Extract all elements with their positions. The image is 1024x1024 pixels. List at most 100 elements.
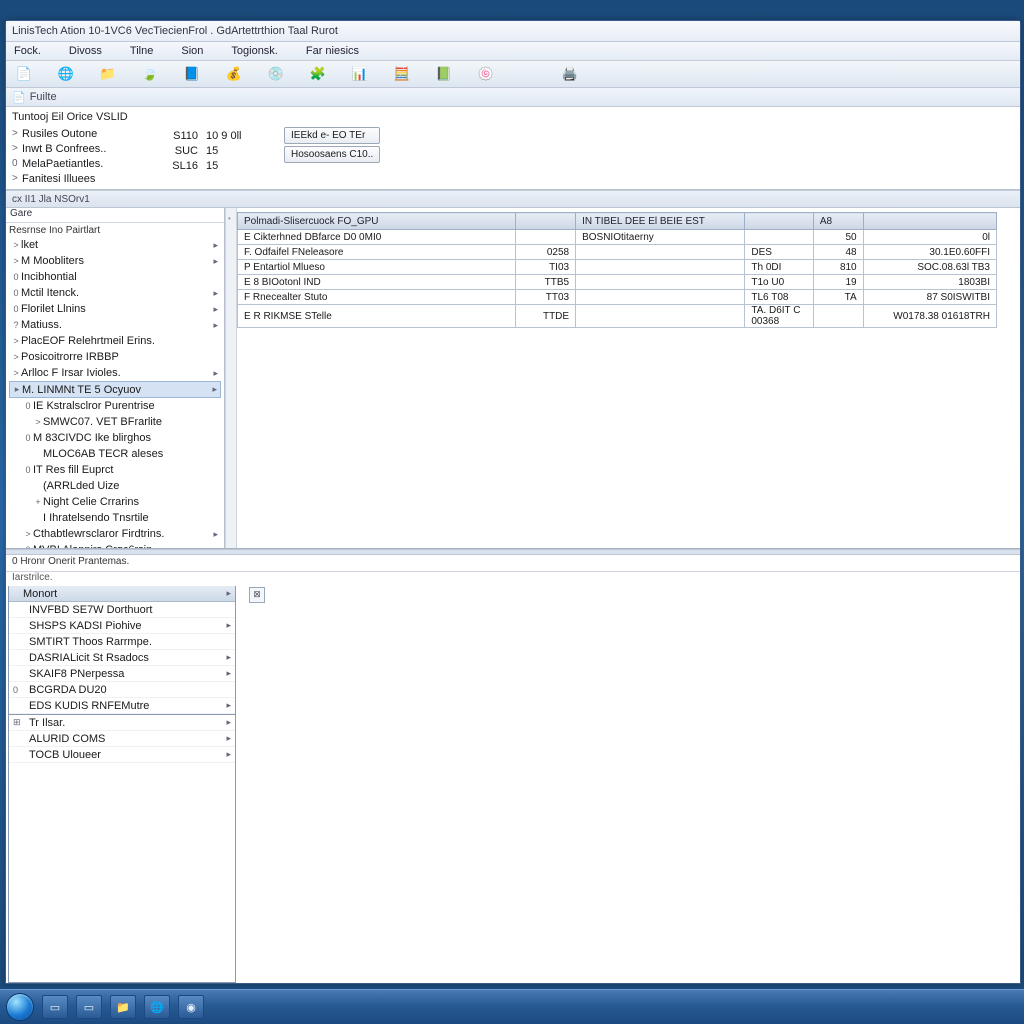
tree-row[interactable]: 0MelaPaetiantles. bbox=[12, 156, 152, 171]
toolbar-icon[interactable]: 🍃 bbox=[140, 64, 160, 84]
table-row[interactable]: F Rnecealter StutoTT03TL6 T08TA87 S0ISWI… bbox=[238, 290, 997, 305]
mid-panel: Gare Resrnse Ino Pairtlart >lket▸>M Moob… bbox=[6, 208, 1020, 549]
lower-nav-item[interactable]: EDS KUDIS RNFEMutre▸ bbox=[9, 698, 235, 714]
action-button[interactable]: IEEkd e- EO TEr bbox=[284, 127, 380, 144]
toolbar-icon[interactable]: 📁 bbox=[98, 64, 118, 84]
toolbar-icon[interactable]: 🧩 bbox=[308, 64, 328, 84]
nav-item[interactable]: >lket▸ bbox=[9, 237, 221, 253]
nav-subitem[interactable]: MLOC6AB TECR aleses bbox=[9, 446, 221, 462]
taskbar-button[interactable]: ▭ bbox=[42, 995, 68, 1019]
nav-subitem[interactable]: I Ihratelsendo Tnsrtile bbox=[9, 510, 221, 526]
nav-item[interactable]: >PlacEOF Relehrtmeil Erins. bbox=[9, 333, 221, 349]
content-area: Polmadi-Slisercuock FO_GPU IN TIBEL DEE E… bbox=[237, 208, 1020, 548]
nav-item[interactable]: ?Matiuss.▸ bbox=[9, 317, 221, 333]
taskbar-button[interactable]: 📁 bbox=[110, 995, 136, 1019]
menubar: Fock. Divoss Tilne Sion Togionsk. Far ni… bbox=[6, 42, 1020, 61]
app-window: LinisTech Ation 10-1VC6 VecTiecienFrol .… bbox=[5, 20, 1021, 984]
menu-item[interactable]: Far niesics bbox=[306, 45, 359, 57]
nav-item[interactable]: >Posicoitrorre IRBBP bbox=[9, 349, 221, 365]
lower-nav-item[interactable]: ALURID COMS▸ bbox=[9, 731, 235, 747]
lower-nav-head[interactable]: Monort▸ bbox=[9, 586, 235, 602]
toolbar-icon[interactable] bbox=[518, 64, 538, 84]
lower-nav-item[interactable]: TOCB Uloueer▸ bbox=[9, 747, 235, 763]
lower-nav-item[interactable]: SMTIRT Thoos Rarrmpe. bbox=[9, 634, 235, 650]
toolbar-icon[interactable]: 🧮 bbox=[392, 64, 412, 84]
upper-tree-header: Tuntooj Eil Orice VSLID bbox=[12, 111, 152, 123]
toolbar-icon[interactable]: 🖨️ bbox=[560, 64, 580, 84]
nav-subitem[interactable]: (ARRLded Uize bbox=[9, 478, 221, 494]
column-header[interactable]: A8 bbox=[813, 213, 863, 230]
toolbar-icon[interactable]: 📄 bbox=[14, 64, 34, 84]
upper-buttons: IEEkd e- EO TEr Hosoosaens C10.. bbox=[278, 107, 386, 189]
nav-item[interactable]: >M Moobliters▸ bbox=[9, 253, 221, 269]
menu-item[interactable]: Tilne bbox=[130, 45, 153, 57]
column-header[interactable]: Polmadi-Slisercuock FO_GPU bbox=[238, 213, 516, 230]
nav-item[interactable]: >Arlloc F Irsar Ivioles.▸ bbox=[9, 365, 221, 381]
menu-item[interactable]: Sion bbox=[181, 45, 203, 57]
table-row[interactable]: E R RIKMSE STelleTTDETA. D6IT C 00368W01… bbox=[238, 305, 997, 328]
lower-nav-item[interactable]: DASRIALicit St Rsadocs▸ bbox=[9, 650, 235, 666]
nav-item[interactable]: 0Mctil Itenck.▸ bbox=[9, 285, 221, 301]
taskbar: ▭ ▭ 📁 🌐 ◉ bbox=[0, 989, 1024, 1024]
upper-values: S11010 9 0ll SUC15 SL1615 bbox=[158, 107, 278, 189]
splitter[interactable] bbox=[225, 208, 237, 548]
nav-subitem[interactable]: 0MVBI Alonnirs Crgc6rsin bbox=[9, 542, 221, 548]
close-panel-button[interactable]: ⊠ bbox=[249, 587, 265, 603]
toolbar-icon[interactable]: 💿 bbox=[266, 64, 286, 84]
data-grid: Polmadi-Slisercuock FO_GPU IN TIBEL DEE E… bbox=[237, 212, 997, 328]
taskbar-button[interactable]: ◉ bbox=[178, 995, 204, 1019]
tree-row[interactable]: >Rusiles Outone bbox=[12, 126, 152, 141]
table-row[interactable]: P Entartiol MluesoTI03Th 0DI810SOC.08.63… bbox=[238, 260, 997, 275]
table-row[interactable]: E 8 BIOotonl INDTTB5T1o U0191803BI bbox=[238, 275, 997, 290]
titlebar: LinisTech Ation 10-1VC6 VecTiecienFrol .… bbox=[6, 21, 1020, 42]
toolbar-icon[interactable]: 📗 bbox=[434, 64, 454, 84]
lower-nav-item[interactable]: INVFBD SE7W Dorthuort bbox=[9, 602, 235, 618]
table-row[interactable]: F. Odfaifel FNeleasore0258DES4830.1E0.60… bbox=[238, 245, 997, 260]
nav-label: Gare bbox=[6, 208, 224, 223]
toolbar-icon[interactable]: 📊 bbox=[350, 64, 370, 84]
lower-nav-item[interactable]: ⊞Tr Ilsar.▸ bbox=[9, 714, 235, 731]
subbar-label: Fuilte bbox=[30, 91, 57, 103]
lower-panel: 0 Hronr Onerit Prantemas. Iarstrilce. Mo… bbox=[6, 555, 1020, 983]
upper-panel: Tuntooj Eil Orice VSLID >Rusiles Outone … bbox=[6, 107, 1020, 190]
tree-row[interactable]: >Fanitesi Illuees bbox=[12, 171, 152, 186]
lower-nav-item[interactable]: SKAIF8 PNerpessa▸ bbox=[9, 666, 235, 682]
taskbar-button[interactable]: 🌐 bbox=[144, 995, 170, 1019]
menu-item[interactable]: Togionsk. bbox=[231, 45, 277, 57]
lower-nav-item[interactable]: SHSPS KADSI Piohive▸ bbox=[9, 618, 235, 634]
nav-subitem[interactable]: 0IT Res fill Euprct bbox=[9, 462, 221, 478]
nav-subitem[interactable]: >Cthabtlewrsclaror Firdtrins.▸ bbox=[9, 526, 221, 542]
nav-subitem[interactable]: 0IE Kstralsclror Purentrise bbox=[9, 398, 221, 414]
nav-group-header: Resrnse Ino Pairtlart bbox=[9, 224, 221, 237]
upper-tree: Tuntooj Eil Orice VSLID >Rusiles Outone … bbox=[6, 107, 158, 189]
nav-subitem[interactable]: +Night Celie Crrarins bbox=[9, 494, 221, 510]
toolbar-icon[interactable]: 🌐 bbox=[56, 64, 76, 84]
nav-item[interactable]: 0Florilet Llnins▸ bbox=[9, 301, 221, 317]
menu-item[interactable]: Fock. bbox=[14, 45, 41, 57]
nav-item-selected[interactable]: ▸M. LINMNt TE 5 Ocyuov▸ bbox=[9, 381, 221, 398]
nav-subitem[interactable]: >SMWC07. VET BFrarlite bbox=[9, 414, 221, 430]
column-header[interactable]: IN TIBEL DEE El BEIE EST bbox=[576, 213, 745, 230]
column-header[interactable] bbox=[863, 213, 996, 230]
start-orb[interactable] bbox=[6, 993, 34, 1021]
toolbar-icon[interactable]: 🍥 bbox=[476, 64, 496, 84]
column-header[interactable] bbox=[516, 213, 576, 230]
action-button[interactable]: Hosoosaens C10.. bbox=[284, 146, 380, 163]
table-row[interactable]: E Cikterhned DBfarce D0 0MI0BOSNIOtitaer… bbox=[238, 230, 997, 245]
toolbar: 📄 🌐 📁 🍃 📘 💰 💿 🧩 📊 🧮 📗 🍥 🖨️ bbox=[6, 61, 1020, 88]
sub-toolbar: 📄Fuilte bbox=[6, 88, 1020, 107]
toolbar-icon[interactable]: 📘 bbox=[182, 64, 202, 84]
lower-nav-item[interactable]: 0BCGRDA DU20 bbox=[9, 682, 235, 698]
navigator: Gare Resrnse Ino Pairtlart >lket▸>M Moob… bbox=[6, 208, 225, 548]
tree-row[interactable]: >Inwt B Confrees.. bbox=[12, 141, 152, 156]
taskbar-button[interactable]: ▭ bbox=[76, 995, 102, 1019]
menu-item[interactable]: Divoss bbox=[69, 45, 102, 57]
toolbar-icon[interactable]: 💰 bbox=[224, 64, 244, 84]
lower-subheader: Iarstrilce. bbox=[6, 572, 1020, 584]
lower-nav: Monort▸ INVFBD SE7W DorthuortSHSPS KADSI… bbox=[8, 586, 236, 983]
nav-subitem[interactable]: 0M 83CIVDC Ike blirghos bbox=[9, 430, 221, 446]
nav-item[interactable]: 0Incibhontial bbox=[9, 269, 221, 285]
lower-header: 0 Hronr Onerit Prantemas. bbox=[6, 555, 1020, 572]
column-header[interactable] bbox=[745, 213, 814, 230]
section-bar: cx II1 Jla NSOrv1 bbox=[6, 190, 1020, 208]
